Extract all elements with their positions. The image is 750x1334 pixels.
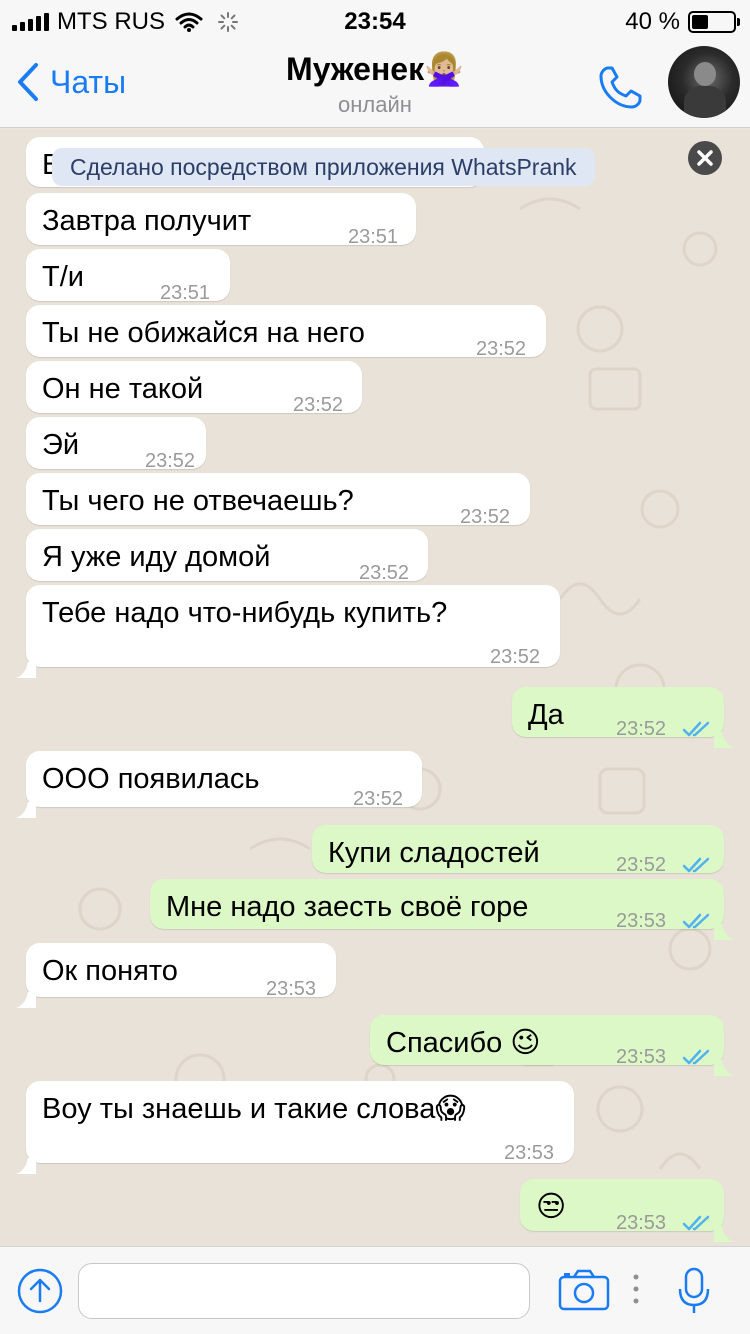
message-time: 23:53: [616, 1046, 667, 1068]
bubble-tail: [16, 1147, 36, 1174]
chat-header: Чаты Муженек🙅🏼‍♀️ онлайн: [0, 40, 750, 128]
message-time: 23:52: [460, 506, 511, 528]
message-time: 23:53: [616, 910, 667, 932]
double-check-icon: [682, 711, 714, 747]
incoming-message[interactable]: Воу ты знаешь и такие слова😱 23:53: [16, 1081, 574, 1174]
plus-upload-icon: [17, 1268, 63, 1314]
outgoing-message[interactable]: Да 23:52: [512, 687, 734, 748]
double-check-icon: [682, 847, 714, 883]
message-text: Спасибо 😉: [386, 1027, 541, 1059]
message-text: Ок понято: [42, 955, 178, 987]
message-text: Завтра получит: [42, 205, 252, 237]
message-text: Ты не обижайся на него: [42, 317, 365, 349]
camera-icon: [558, 1269, 610, 1311]
message-text: Он не такой: [42, 373, 204, 405]
message-time: 23:52: [616, 854, 667, 876]
message-text: Эй: [42, 429, 80, 461]
message-text: Т/и: [42, 261, 84, 293]
bubble-tail: [714, 913, 734, 940]
input-bar: [0, 1246, 750, 1334]
bubble-tail: [714, 1215, 734, 1242]
message-text: Мне надо заесть своё горе: [166, 891, 529, 923]
microphone-icon: [678, 1267, 710, 1313]
bubble-tail: [16, 981, 36, 1008]
double-check-icon: [682, 1205, 714, 1241]
phone-icon: [599, 66, 642, 109]
incoming-message[interactable]: ООО появилась 23:52: [16, 751, 422, 818]
outgoing-message[interactable]: Мне надо заесть своё горе 23:53: [150, 879, 734, 940]
incoming-message[interactable]: Ок понято 23:53: [16, 943, 336, 1008]
message-text: ООО появилась: [42, 763, 260, 795]
outgoing-message[interactable]: Купи сладостей 23:52: [312, 825, 724, 876]
battery-icon: [688, 11, 740, 33]
message-text: Купи сладостей: [328, 837, 540, 869]
double-check-icon: [682, 1039, 714, 1075]
message-time: 23:53: [266, 978, 317, 1000]
incoming-message[interactable]: Я уже иду домой 23:52: [26, 529, 428, 584]
battery-percent: 40 %: [625, 8, 680, 35]
dots-icon: [632, 1271, 640, 1312]
message-text: Я уже иду домой: [42, 541, 271, 573]
bubble-tail: [16, 791, 36, 818]
message-time: 23:52: [616, 718, 667, 740]
message-text: Да: [528, 699, 564, 731]
bubble-tail: [714, 721, 734, 748]
status-bar: MTS RUS 23:54 40 %: [0, 0, 750, 40]
incoming-message[interactable]: Тебе надо что-нибудь купить? 23:52: [16, 585, 560, 678]
message-time: 23:52: [476, 338, 527, 360]
incoming-message[interactable]: Он не такой 23:52: [26, 361, 362, 416]
message-input[interactable]: [78, 1263, 530, 1319]
incoming-message[interactable]: Ты чего не отвечаешь? 23:52: [26, 473, 530, 528]
message-text: Воу ты знаешь и такие слова😱: [42, 1093, 466, 1125]
incoming-message[interactable]: Т/и 23:51: [26, 249, 230, 304]
outgoing-message[interactable]: Спасибо 😉 23:53: [370, 1015, 734, 1076]
incoming-message[interactable]: Ты не обижайся на него 23:52: [26, 305, 546, 360]
message-text: 😒: [536, 1191, 567, 1223]
close-icon: [697, 150, 713, 166]
upload-button[interactable]: [16, 1267, 64, 1320]
message-time: 23:52: [490, 646, 541, 668]
contact-avatar[interactable]: [668, 46, 740, 118]
battery-group: 40 %: [625, 8, 740, 36]
message-time: 23:51: [348, 226, 399, 248]
banner-close-button[interactable]: [688, 141, 722, 175]
outgoing-message[interactable]: 😒 23:53: [520, 1179, 734, 1242]
double-check-icon: [682, 903, 714, 939]
message-time: 23:53: [504, 1142, 555, 1164]
bubble-tail: [714, 1049, 734, 1076]
bubble-tail: [16, 651, 36, 678]
incoming-message[interactable]: Завтра получит 23:51: [26, 193, 416, 248]
message-time: 23:52: [353, 788, 404, 810]
message-time: 23:53: [616, 1212, 667, 1234]
message-time: 23:52: [293, 394, 344, 416]
whatsprank-banner: Сделано посредством приложения WhatsPran…: [52, 148, 595, 186]
incoming-message[interactable]: Эй 23:52: [26, 417, 206, 472]
microphone-button[interactable]: [676, 1267, 712, 1322]
camera-button[interactable]: [558, 1269, 610, 1316]
message-text: Ты чего не отвечаешь?: [42, 485, 354, 517]
call-button[interactable]: [596, 62, 646, 117]
message-text: Тебе надо что-нибудь купить?: [42, 597, 448, 629]
